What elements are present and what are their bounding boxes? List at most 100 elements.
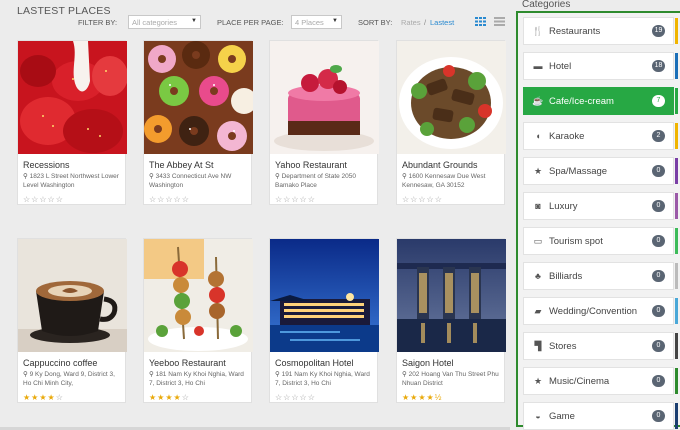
list-view-icon[interactable]: [494, 17, 505, 26]
place-name[interactable]: Yahoo Restaurant: [275, 160, 372, 170]
place-photo-marina-bay: [397, 239, 506, 352]
map-pin-icon: ⚲: [23, 371, 30, 378]
category-label: Stores: [549, 341, 577, 352]
category-label: Spa/Massage: [549, 166, 608, 177]
place-address: 202 Hoang Van Thu Street Phu Nhuan Distr…: [402, 371, 499, 387]
place-address: 3433 Connecticut Ave NW Washington: [149, 173, 232, 189]
category-count-badge: 0: [652, 165, 665, 177]
place-card[interactable]: The Abbey At St ⚲ 3433 Connecticut Ave N…: [143, 40, 253, 205]
category-count-badge: 0: [652, 270, 665, 282]
star-rating[interactable]: ★★★★☆: [23, 393, 120, 402]
category-count-badge: 0: [652, 375, 665, 387]
grid-view-icon[interactable]: [475, 17, 486, 26]
category-count-badge: 0: [652, 340, 665, 352]
category-label: Tourism spot: [549, 236, 603, 247]
category-count-badge: 0: [652, 305, 665, 317]
category-item-cafe-ice-cream[interactable]: ☕ Cafe/Ice-cream 7: [523, 87, 678, 115]
category-item-luxury[interactable]: ◙ Luxury 0: [523, 192, 678, 220]
category-item-game[interactable]: ◒ Game 0: [523, 402, 678, 430]
per-page-select[interactable]: 4 Places ▼: [291, 15, 342, 29]
category-color-stripe: [675, 18, 678, 44]
category-label: Wedding/Convention: [549, 306, 638, 317]
category-color-stripe: [675, 53, 678, 79]
place-card[interactable]: Abundant Grounds ⚲ 1600 Kennesaw Due Wes…: [396, 40, 506, 205]
category-color-stripe: [675, 333, 678, 359]
category-item-restaurants[interactable]: 🍴 Restaurants 19: [523, 17, 678, 45]
page-title: LASTEST PLACES: [17, 5, 111, 17]
star-rating[interactable]: ☆☆☆☆☆: [275, 393, 372, 402]
place-card[interactable]: Cappuccino coffee ⚲ 9 Ky Dong, Ward 9, D…: [17, 238, 127, 403]
category-color-stripe: [675, 228, 678, 254]
category-count-badge: 19: [652, 25, 665, 37]
category-item-spa-massage[interactable]: ★ Spa/Massage 0: [523, 157, 678, 185]
place-name[interactable]: Recessions: [23, 160, 120, 170]
category-item-music-cinema[interactable]: ★ Music/Cinema 0: [523, 367, 678, 395]
filter-select[interactable]: All categories ▼: [128, 15, 201, 29]
category-color-stripe: [675, 368, 678, 394]
place-name[interactable]: Cappuccino coffee: [23, 358, 120, 368]
category-color-stripe: [675, 158, 678, 184]
map-pin-icon: ⚲: [275, 371, 282, 378]
place-photo-strawberries: [18, 41, 127, 154]
star-rating[interactable]: ☆☆☆☆☆: [402, 195, 499, 204]
place-card[interactable]: Cosmopolitan Hotel ⚲ 191 Nam Ky Khoi Ngh…: [269, 238, 379, 403]
map-pin-icon: ⚲: [23, 173, 30, 180]
cutlery-icon: 🍴: [532, 26, 544, 36]
place-name[interactable]: Yeeboo Restaurant: [149, 358, 246, 368]
sort-separator: /: [424, 18, 427, 27]
category-item-stores[interactable]: ▜ Stores 0: [523, 332, 678, 360]
star-rating[interactable]: ★★★★½: [402, 393, 499, 402]
place-photo-hotel-night: [270, 239, 379, 352]
category-item-billiards[interactable]: ♣ Billiards 0: [523, 262, 678, 290]
bed-icon: ▬: [533, 61, 543, 71]
place-address: 9 Ky Dong, Ward 9, District 3, Ho Chi Mi…: [23, 371, 115, 387]
star-rating[interactable]: ☆☆☆☆☆: [149, 195, 246, 204]
gamepad-icon: ◒: [535, 411, 541, 421]
category-color-stripe: [675, 298, 678, 324]
star-rating[interactable]: ☆☆☆☆☆: [23, 195, 120, 204]
place-address: Department of State 2050 Bamako Place: [275, 173, 357, 189]
star-rating[interactable]: ★★★★☆: [149, 393, 246, 402]
category-item-hotel[interactable]: ▬ Hotel 18: [523, 52, 678, 80]
category-label: Music/Cinema: [549, 376, 610, 387]
place-photo-skewers: [144, 239, 253, 352]
category-count-badge: 0: [652, 200, 665, 212]
chevron-down-icon: ▼: [332, 18, 338, 24]
place-card[interactable]: Recessions ⚲ 1823 L Street Northwest Low…: [17, 40, 127, 205]
star-icon: ★: [533, 166, 543, 176]
category-item-tourism-spot[interactable]: ▭ Tourism spot 0: [523, 227, 678, 255]
category-label: Karaoke: [549, 131, 585, 142]
per-page-select-value: 4 Places: [295, 18, 324, 27]
star-icon: ★: [533, 376, 543, 386]
sort-latest-link[interactable]: Lastest: [430, 18, 454, 27]
category-label: Cafe/Ice-cream: [549, 96, 614, 107]
place-name[interactable]: Cosmopolitan Hotel: [275, 358, 372, 368]
mic-icon: ◖: [535, 131, 541, 141]
category-color-stripe: [675, 263, 678, 289]
filter-select-value: All categories: [132, 18, 178, 27]
place-card[interactable]: Saigon Hotel ⚲ 202 Hoang Van Thu Street …: [396, 238, 506, 403]
category-item-wedding-convention[interactable]: ▰ Wedding/Convention 0: [523, 297, 678, 325]
category-color-stripe: [675, 123, 678, 149]
book-icon: ▰: [534, 306, 542, 316]
place-name[interactable]: Saigon Hotel: [402, 358, 499, 368]
place-name[interactable]: The Abbey At St: [149, 160, 246, 170]
category-count-badge: 18: [652, 60, 665, 72]
car-icon: ▭: [533, 236, 543, 246]
category-item-karaoke[interactable]: ◖ Karaoke 2: [523, 122, 678, 150]
place-card[interactable]: Yeeboo Restaurant ⚲ 181 Nam Ky Khoi Nghi…: [143, 238, 253, 403]
sort-rates-link[interactable]: Rates: [401, 18, 421, 27]
places-toolbar: LASTEST PLACES FILTER BY: All categories…: [17, 4, 512, 29]
sort-label: SORT BY:: [358, 18, 393, 27]
place-photo-coffee: [18, 239, 127, 352]
category-color-stripe: [675, 403, 678, 429]
map-pin-icon: ⚲: [275, 173, 282, 180]
tree-icon: ♣: [535, 271, 541, 281]
place-address: 181 Nam Ky Khoi Nghia, Ward 7, District …: [149, 371, 244, 387]
place-card[interactable]: Yahoo Restaurant ⚲ Department of State 2…: [269, 40, 379, 205]
place-address: 1823 L Street Northwest Lower Level Wash…: [23, 173, 119, 189]
place-photo-beef-salad: [397, 41, 506, 154]
star-rating[interactable]: ☆☆☆☆☆: [275, 195, 372, 204]
map-pin-icon: ⚲: [149, 371, 156, 378]
place-name[interactable]: Abundant Grounds: [402, 160, 499, 170]
